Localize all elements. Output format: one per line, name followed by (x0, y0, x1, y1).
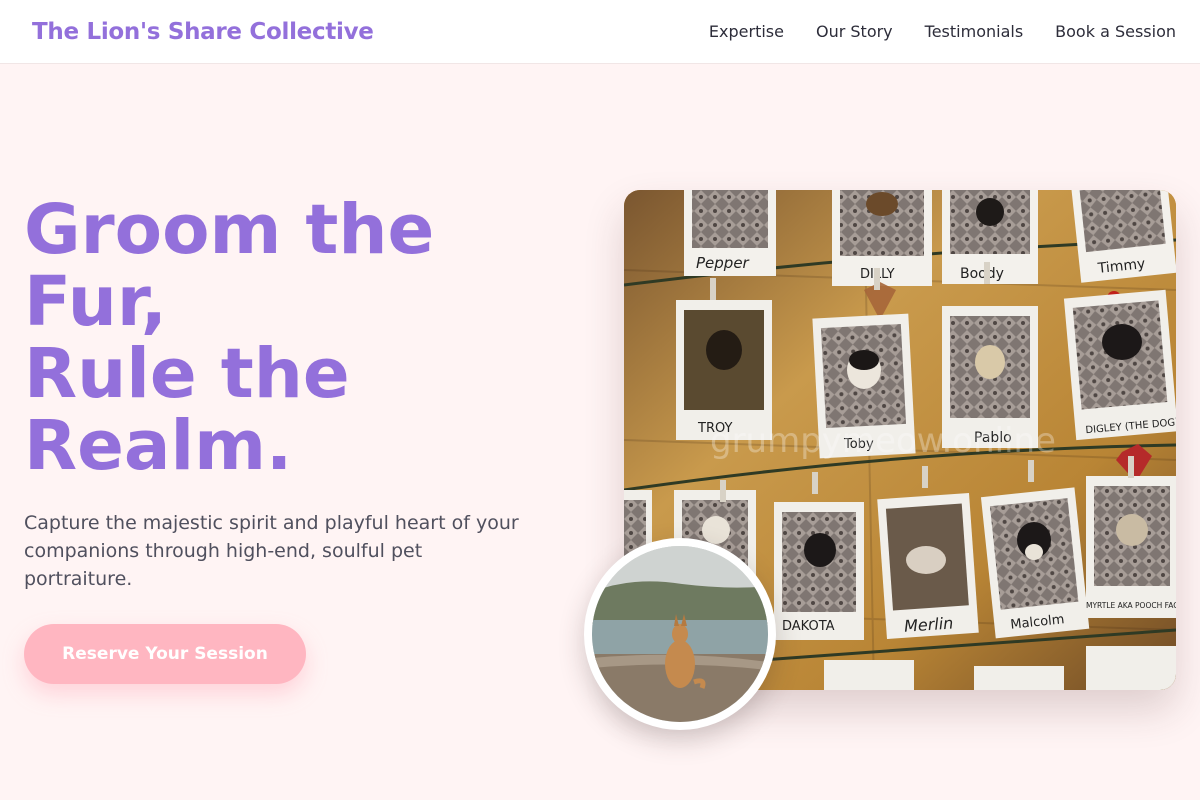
hero-title-line-4: Realm. (24, 406, 293, 486)
hero-title-line-3: Rule the (24, 334, 350, 414)
hero-title-line-1: Groom the (24, 190, 435, 270)
hero-subtitle: Capture the majestic spirit and playful … (24, 512, 519, 590)
polaroid-label-boody: Boody (960, 266, 1004, 282)
polaroid-myrtle: MYRTLE AKA POOCH FACE! (1086, 476, 1176, 618)
nav-link-testimonials[interactable]: Testimonials (925, 22, 1024, 41)
dog-by-lake-photo (584, 538, 776, 730)
nav-link-expertise[interactable]: Expertise (709, 22, 784, 41)
polaroid-label-dakota: DAKOTA (782, 619, 835, 634)
reserve-session-button[interactable]: Reserve Your Session (24, 624, 306, 684)
photo-watermark: grumpymeow.online (710, 421, 1056, 461)
polaroid-dakota: DAKOTA (774, 502, 864, 640)
polaroid-troy: TROY (676, 300, 772, 440)
polaroid-dilly: DILLY (832, 190, 932, 286)
polaroid-malcolm: Malcolm (980, 487, 1090, 639)
hero-title: Groom the Fur, Rule the Realm. (24, 194, 544, 482)
polaroid-label-pepper: Pepper (696, 254, 750, 272)
polaroid-label-merlin: Merlin (903, 613, 953, 635)
nav-links: Expertise Our Story Testimonials Book a … (709, 22, 1176, 41)
nav-link-book-a-session[interactable]: Book a Session (1055, 22, 1176, 41)
polaroid-timmy: Timmy (1071, 190, 1176, 283)
polaroid-pepper: Pepper (684, 190, 776, 276)
hero-title-line-2: Fur, (24, 262, 167, 342)
polaroid-merlin: Merlin (877, 492, 979, 640)
polaroid-label-myrtle: MYRTLE AKA POOCH FACE! (1086, 601, 1176, 610)
nav-link-our-story[interactable]: Our Story (816, 22, 893, 41)
polaroid-digley: DIGLEY (THE DOG) (1063, 289, 1176, 441)
brand-logo[interactable]: The Lion's Share Collective (32, 19, 374, 45)
navbar: The Lion's Share Collective Expertise Ou… (0, 0, 1200, 64)
